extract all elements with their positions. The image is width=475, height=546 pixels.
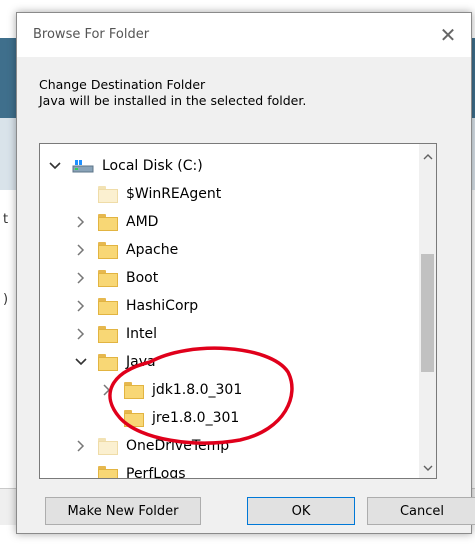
chevron-right-icon[interactable] — [74, 327, 88, 341]
chevron-right-icon[interactable] — [74, 243, 88, 257]
background-text-fragment: t — [3, 212, 9, 227]
folder-icon — [98, 269, 118, 287]
tree-item-label: Java — [126, 354, 156, 370]
ok-label: OK — [291, 503, 311, 519]
tree-item-java[interactable]: Java — [74, 348, 156, 376]
folder-icon — [98, 437, 118, 455]
folder-icon — [98, 465, 118, 478]
browse-for-folder-dialog: Browse For Folder ✕ Change Destination F… — [16, 12, 475, 534]
cancel-button[interactable]: Cancel — [367, 497, 475, 525]
folder-icon — [124, 409, 144, 427]
tree-item-hashicorp[interactable]: HashiCorp — [74, 292, 198, 320]
folder-tree[interactable]: Local Disk (C:) $WinREAgent AMD Apache B… — [39, 143, 437, 479]
tree-scrollbar[interactable] — [419, 144, 436, 478]
tree-item-label: HashiCorp — [126, 298, 199, 314]
background-header-stripe — [0, 38, 16, 118]
tree-item-label: Local Disk (C:) — [102, 158, 203, 174]
description-text: Java will be installed in the selected f… — [39, 93, 307, 108]
folder-icon — [98, 213, 118, 231]
tree-item-label: $WinREAgent — [126, 186, 222, 202]
tree-item-intel[interactable]: Intel — [74, 320, 157, 348]
chevron-down-icon[interactable] — [74, 355, 88, 369]
tree-item-jdk[interactable]: jdk1.8.0_301 — [100, 376, 242, 404]
dialog-title: Browse For Folder — [33, 27, 150, 42]
drive-icon — [72, 158, 94, 174]
tree-item-label: PerfLogs — [126, 466, 186, 479]
tree-item-label: OneDriveTemp — [126, 438, 230, 454]
tree-item-label: Intel — [126, 326, 157, 342]
scroll-down-icon[interactable] — [419, 459, 436, 476]
folder-icon — [98, 185, 118, 203]
chevron-right-icon[interactable] — [74, 439, 88, 453]
folder-icon — [98, 353, 118, 371]
tree-item-label: AMD — [126, 214, 159, 230]
chevron-right-icon[interactable] — [74, 299, 88, 313]
folder-icon — [98, 241, 118, 259]
background-panel-stripe — [0, 118, 16, 190]
background-footer — [0, 488, 16, 525]
folder-icon — [124, 381, 144, 399]
tree-item-apache[interactable]: Apache — [74, 236, 178, 264]
tree-item-amd[interactable]: AMD — [74, 208, 158, 236]
dialog-titlebar[interactable]: Browse For Folder ✕ — [17, 13, 471, 57]
chevron-right-icon[interactable] — [74, 215, 88, 229]
chevron-right-icon[interactable] — [100, 383, 114, 397]
tree-item-local-disk[interactable]: Local Disk (C:) — [48, 152, 203, 180]
scrollbar-thumb[interactable] — [421, 254, 434, 372]
tree-item-label: Boot — [126, 270, 159, 286]
tree-item-label: jdk1.8.0_301 — [152, 382, 243, 398]
chevron-right-icon[interactable] — [74, 271, 88, 285]
ok-button[interactable]: OK — [247, 497, 355, 525]
tree-item-perflogs[interactable]: PerfLogs — [74, 460, 186, 479]
tree-item-jre[interactable]: jre1.8.0_301 — [100, 404, 239, 432]
make-new-folder-button[interactable]: Make New Folder — [45, 497, 201, 525]
make-new-folder-label: Make New Folder — [67, 503, 179, 519]
tree-item-winreagent[interactable]: $WinREAgent — [74, 180, 221, 208]
folder-icon — [98, 297, 118, 315]
tree-item-label: jre1.8.0_301 — [152, 410, 240, 426]
chevron-down-icon[interactable] — [48, 159, 62, 173]
close-button[interactable]: ✕ — [425, 13, 471, 57]
folder-icon — [98, 325, 118, 343]
close-icon: ✕ — [439, 23, 457, 47]
background-text-fragment: ) — [3, 292, 9, 307]
tree-item-boot[interactable]: Boot — [74, 264, 158, 292]
cancel-label: Cancel — [399, 503, 445, 519]
description-heading: Change Destination Folder — [39, 77, 206, 92]
tree-item-onedrivetemp[interactable]: OneDriveTemp — [74, 432, 229, 460]
tree-item-label: Apache — [126, 242, 179, 258]
scroll-up-icon[interactable] — [419, 148, 436, 165]
dialog-description: Change Destination Folder Java will be i… — [39, 77, 306, 109]
